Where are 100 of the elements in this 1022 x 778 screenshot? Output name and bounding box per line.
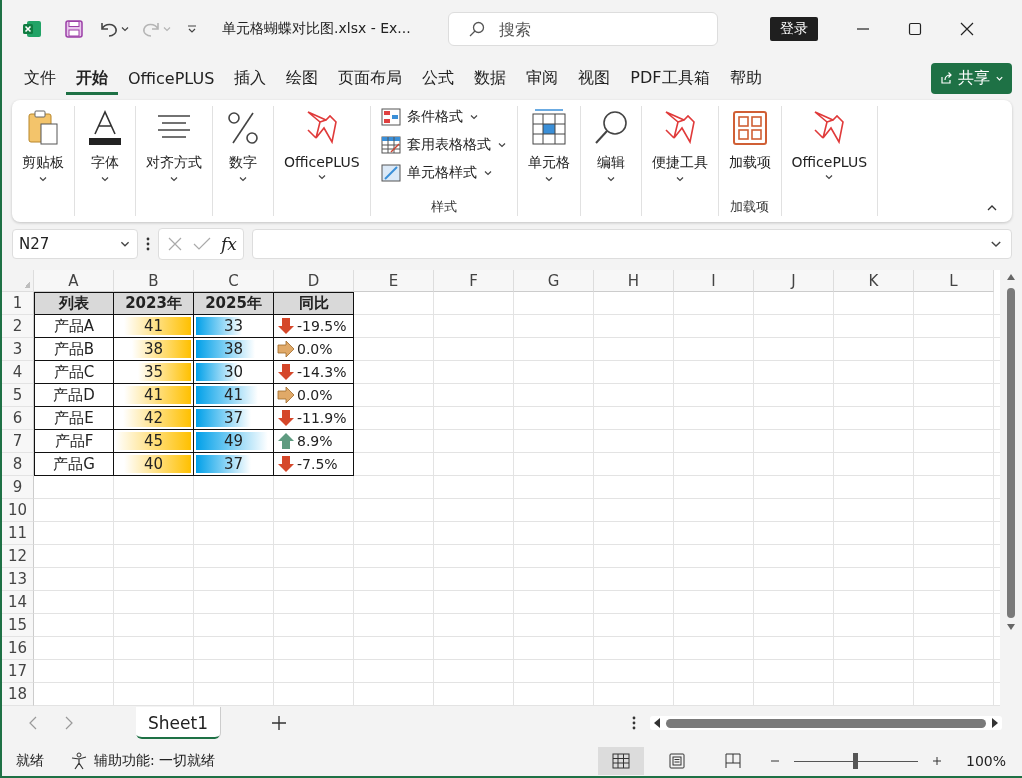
cell-value: -14.3% bbox=[297, 364, 347, 380]
menu-tab[interactable]: 帮助 bbox=[719, 61, 772, 95]
cell-value: 37 bbox=[223, 409, 244, 427]
name-box[interactable]: N27 bbox=[12, 229, 138, 259]
ribbon-button[interactable]: 单元格样式 bbox=[376, 162, 511, 184]
add-sheet-icon[interactable] bbox=[270, 715, 287, 731]
cell-value: 0.0% bbox=[297, 341, 333, 357]
horizontal-scrollbar[interactable] bbox=[650, 716, 1002, 730]
row-header[interactable]: 7 bbox=[2, 430, 34, 453]
save-icon[interactable] bbox=[64, 19, 84, 39]
accessibility-status[interactable]: 辅助功能: 一切就绪 bbox=[94, 752, 216, 770]
cell-value: 45 bbox=[143, 432, 164, 450]
row-header[interactable]: 2 bbox=[2, 315, 34, 338]
row-header[interactable]: 15 bbox=[2, 614, 34, 637]
menu-tab[interactable]: 数据 bbox=[464, 61, 517, 95]
ribbon-button[interactable]: 套用表格格式 bbox=[376, 134, 511, 156]
table-cell: 产品F bbox=[34, 430, 114, 453]
cell-value: 37 bbox=[223, 455, 244, 473]
scroll-left-icon[interactable] bbox=[654, 718, 660, 728]
ribbon-button[interactable]: 单元格 bbox=[523, 106, 574, 186]
cell-value: -19.5% bbox=[297, 318, 347, 334]
insert-function-button[interactable]: fx bbox=[221, 234, 237, 254]
maximize-icon[interactable] bbox=[908, 22, 922, 36]
row-header[interactable]: 8 bbox=[2, 453, 34, 476]
table-cell: 产品E bbox=[34, 407, 114, 430]
search-field[interactable]: 搜索 bbox=[448, 12, 718, 46]
menu-tab[interactable]: 文件 bbox=[14, 61, 66, 95]
menu-tab[interactable]: 审阅 bbox=[516, 61, 569, 95]
row-header[interactable]: 12 bbox=[2, 545, 34, 568]
next-sheet-icon[interactable] bbox=[64, 716, 74, 730]
group-label: 样式 bbox=[430, 198, 457, 216]
share-button[interactable]: 共享 bbox=[931, 62, 1012, 94]
row-header[interactable]: 18 bbox=[2, 683, 34, 706]
row-header[interactable]: 17 bbox=[2, 660, 34, 683]
previous-sheet-icon[interactable] bbox=[28, 716, 38, 730]
menu-tab[interactable]: 插入 bbox=[224, 61, 277, 95]
column-header[interactable]: B bbox=[114, 270, 194, 292]
column-header[interactable]: H bbox=[594, 270, 674, 292]
ribbon-button[interactable]: 加载项 bbox=[724, 106, 775, 174]
menu-tab[interactable]: PDF工具箱 bbox=[620, 61, 720, 95]
ribbon-button[interactable]: 便捷工具 bbox=[647, 106, 712, 186]
column-header[interactable]: K bbox=[834, 270, 914, 292]
ribbon-button[interactable]: OfficePLUS bbox=[787, 106, 872, 184]
ribbon-button[interactable]: 字体 bbox=[81, 106, 129, 186]
customize-caret-icon[interactable] bbox=[186, 23, 198, 35]
row-header[interactable]: 6 bbox=[2, 407, 34, 430]
row-header[interactable]: 13 bbox=[2, 568, 34, 591]
row-header[interactable]: 4 bbox=[2, 361, 34, 384]
scroll-down-icon[interactable] bbox=[1007, 624, 1015, 630]
scroll-right-icon[interactable] bbox=[992, 718, 998, 728]
scroll-up-icon[interactable] bbox=[1007, 274, 1015, 280]
row-header[interactable]: 5 bbox=[2, 384, 34, 407]
column-header[interactable]: F bbox=[434, 270, 514, 292]
page-icon bbox=[668, 753, 685, 769]
zoom-slider-thumb[interactable] bbox=[853, 753, 859, 769]
row-header[interactable]: 3 bbox=[2, 338, 34, 361]
ribbon-button[interactable]: 条件格式 bbox=[376, 106, 511, 128]
column-header[interactable]: C bbox=[194, 270, 274, 292]
menu-tab[interactable]: OfficePLUS bbox=[118, 62, 225, 94]
column-header[interactable]: G bbox=[514, 270, 594, 292]
ribbon-button[interactable]: 对齐方式 bbox=[142, 106, 206, 186]
zoom-in-icon[interactable] bbox=[931, 756, 942, 766]
table-cell: 产品G bbox=[34, 453, 114, 476]
table-header-cell: 列表 bbox=[34, 292, 114, 315]
row-header[interactable]: 11 bbox=[2, 522, 34, 545]
ribbon-button[interactable]: 编辑 bbox=[586, 106, 635, 186]
menu-tab[interactable]: 绘图 bbox=[276, 61, 329, 95]
more-options-icon[interactable] bbox=[146, 236, 150, 252]
ribbon-button[interactable]: OfficePLUS bbox=[280, 106, 364, 184]
column-header[interactable]: I bbox=[674, 270, 754, 292]
ribbon-button[interactable]: 数字 bbox=[219, 106, 267, 186]
column-header[interactable]: J bbox=[754, 270, 834, 292]
formula-input-field[interactable] bbox=[251, 229, 1012, 259]
row-header[interactable]: 10 bbox=[2, 499, 34, 522]
menu-tab[interactable]: 公式 bbox=[412, 61, 465, 95]
chevron-icon[interactable] bbox=[120, 24, 130, 34]
close-icon[interactable] bbox=[960, 22, 974, 36]
sign-in-button[interactable]: 登录 bbox=[770, 17, 818, 41]
sheet-tab[interactable]: Sheet1 bbox=[136, 707, 221, 739]
column-header[interactable]: E bbox=[354, 270, 434, 292]
menu-tab[interactable]: 视图 bbox=[568, 61, 621, 95]
view-button[interactable] bbox=[597, 747, 644, 775]
cell-value: 38 bbox=[223, 340, 244, 358]
row-header[interactable]: 16 bbox=[2, 637, 34, 660]
scrollbar-thumb[interactable] bbox=[666, 718, 986, 728]
zoom-level[interactable]: 100% bbox=[965, 753, 1006, 769]
scrollbar-thumb[interactable] bbox=[1007, 288, 1015, 618]
ribbon-button[interactable]: 剪贴板 bbox=[18, 106, 68, 186]
column-header[interactable]: D bbox=[274, 270, 354, 292]
check-icon[interactable] bbox=[193, 236, 211, 252]
group-label: 加载项 bbox=[730, 198, 770, 216]
column-header[interactable]: A bbox=[34, 270, 114, 292]
accessibility-icon[interactable] bbox=[70, 752, 88, 770]
row-header[interactable]: 9 bbox=[2, 476, 34, 499]
row-header[interactable]: 14 bbox=[2, 591, 34, 614]
menu-tab[interactable]: 开始 bbox=[66, 61, 118, 95]
row-header[interactable]: 1 bbox=[2, 292, 34, 315]
more-options-icon[interactable] bbox=[632, 715, 636, 731]
column-header[interactable]: L bbox=[914, 270, 994, 292]
menu-tab[interactable]: 页面布局 bbox=[328, 61, 413, 95]
